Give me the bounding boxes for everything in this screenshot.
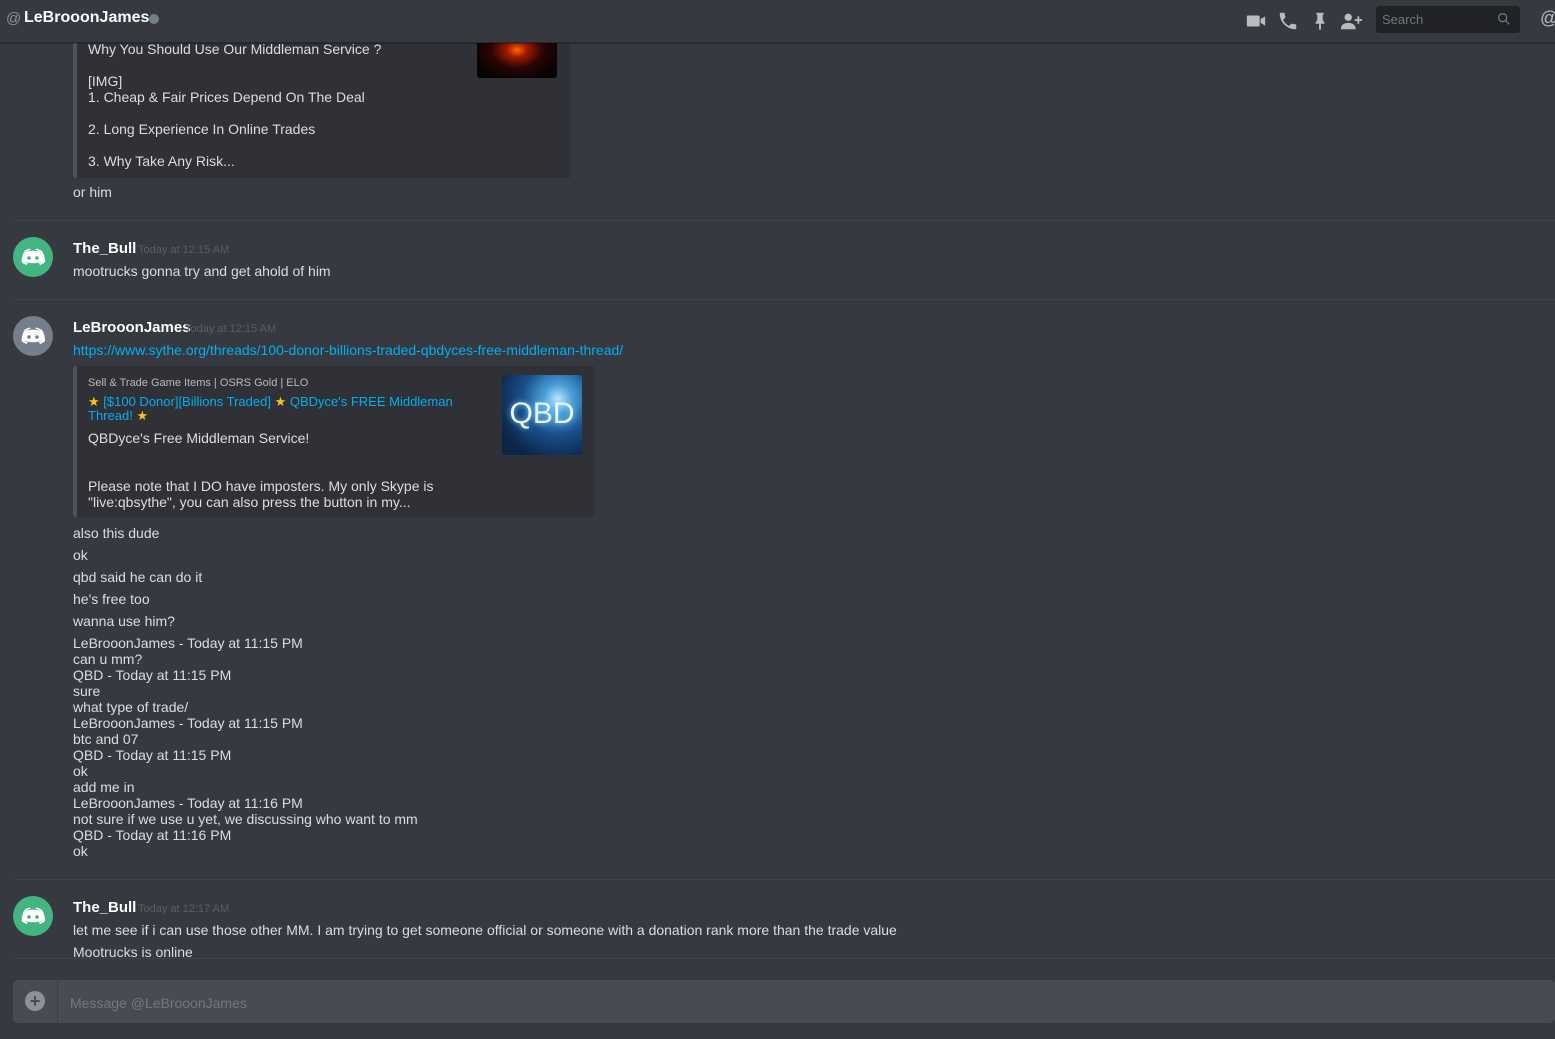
- pin-icon[interactable]: [1309, 10, 1331, 32]
- embed-line: 1. Cheap & Fair Prices Depend On The Dea…: [88, 89, 365, 105]
- embed-description: Please note that I DO have imposters. My…: [88, 478, 434, 494]
- star-icon: ★: [136, 408, 149, 423]
- message-text: qbd said he can do it: [73, 569, 203, 585]
- timestamp: Today at 12:15 AM: [138, 244, 230, 256]
- pasted-line: LeBrooonJames - Today at 11:15 PM: [73, 715, 303, 731]
- avatar[interactable]: [13, 896, 53, 936]
- title-bar: @ LeBrooonJames @: [0, 0, 1555, 43]
- message-text: also this dude: [73, 525, 160, 541]
- pasted-line: QBD - Today at 11:16 PM: [73, 827, 232, 843]
- message-link[interactable]: https://www.sythe.org/threads/100-donor-…: [73, 342, 623, 358]
- timestamp: Today at 12:15 AM: [185, 323, 277, 335]
- message-divider: [13, 220, 1555, 221]
- pasted-line: LeBrooonJames - Today at 11:15 PM: [73, 635, 303, 651]
- message-divider: [13, 299, 1555, 300]
- message-text: or him: [73, 184, 112, 200]
- pasted-line: btc and 07: [73, 731, 139, 747]
- embed-thumbnail[interactable]: [477, 43, 557, 78]
- timestamp: Today at 12:17 AM: [138, 903, 230, 915]
- avatar[interactable]: [13, 316, 53, 356]
- at-icon: @: [6, 10, 22, 27]
- pasted-line: ok: [73, 763, 88, 779]
- embed-title[interactable]: ★ [$100 Donor][Billions Traded] ★ QBDyce…: [88, 395, 478, 423]
- message-divider: [13, 958, 1555, 959]
- thumbnail-text: QBD: [509, 397, 575, 430]
- embed-description: QBDyce's Free Middleman Service!: [88, 430, 310, 446]
- upload-button[interactable]: +: [25, 991, 45, 1011]
- search-icon[interactable]: [1496, 11, 1512, 27]
- star-icon: ★: [274, 394, 287, 409]
- embed-line: [IMG]: [88, 73, 123, 89]
- search-box[interactable]: [1376, 6, 1520, 33]
- message-divider: [13, 879, 1555, 880]
- embed-description: "live:qbsythe", you can also press the b…: [88, 494, 411, 510]
- pasted-line: LeBrooonJames - Today at 11:16 PM: [73, 795, 303, 811]
- status-indicator: [149, 14, 159, 24]
- message-text: wanna use him?: [73, 613, 175, 629]
- pasted-line: sure: [73, 683, 101, 699]
- username[interactable]: LeBrooonJames: [73, 319, 191, 336]
- avatar[interactable]: [13, 237, 53, 277]
- embed-line: 2. Long Experience In Online Trades: [88, 121, 316, 137]
- message-input[interactable]: [68, 980, 1472, 1025]
- message-text: he's free too: [73, 591, 150, 607]
- mentions-icon[interactable]: @: [1540, 8, 1555, 29]
- embed-provider: Sell & Trade Game Items | OSRS Gold | EL…: [88, 377, 309, 389]
- phone-icon[interactable]: [1277, 10, 1299, 32]
- message-composer[interactable]: +: [13, 980, 1555, 1025]
- video-icon[interactable]: [1245, 10, 1267, 32]
- pasted-line: ok: [73, 843, 88, 859]
- pasted-line: not sure if we use u yet, we discussing …: [73, 811, 418, 827]
- username[interactable]: The_Bull: [73, 240, 136, 257]
- pasted-line: QBD - Today at 11:15 PM: [73, 747, 232, 763]
- message-text: let me see if i can use those other MM. …: [73, 922, 897, 938]
- embed-line: Why You Should Use Our Middleman Service…: [88, 43, 382, 57]
- channel-title[interactable]: LeBrooonJames: [24, 9, 149, 27]
- pasted-line: QBD - Today at 11:15 PM: [73, 667, 232, 683]
- star-icon: ★: [88, 394, 100, 409]
- add-friend-icon[interactable]: [1340, 10, 1362, 32]
- message-text: ok: [73, 547, 88, 563]
- search-input[interactable]: [1376, 6, 1498, 33]
- embed-line: 3. Why Take Any Risk...: [88, 153, 235, 169]
- username[interactable]: The_Bull: [73, 899, 136, 916]
- pasted-line: what type of trade/: [73, 699, 189, 715]
- message-list[interactable]: Why You Should Use Our Middleman Service…: [0, 43, 1555, 968]
- embed-title-text[interactable]: [$100 Donor][Billions Traded]: [103, 394, 271, 409]
- pasted-line: add me in: [73, 779, 135, 795]
- message-text: mootrucks gonna try and get ahold of him: [73, 263, 331, 279]
- pasted-line: can u mm?: [73, 651, 143, 667]
- embed-thumbnail[interactable]: QBD: [502, 375, 582, 455]
- composer-divider: [57, 980, 58, 1023]
